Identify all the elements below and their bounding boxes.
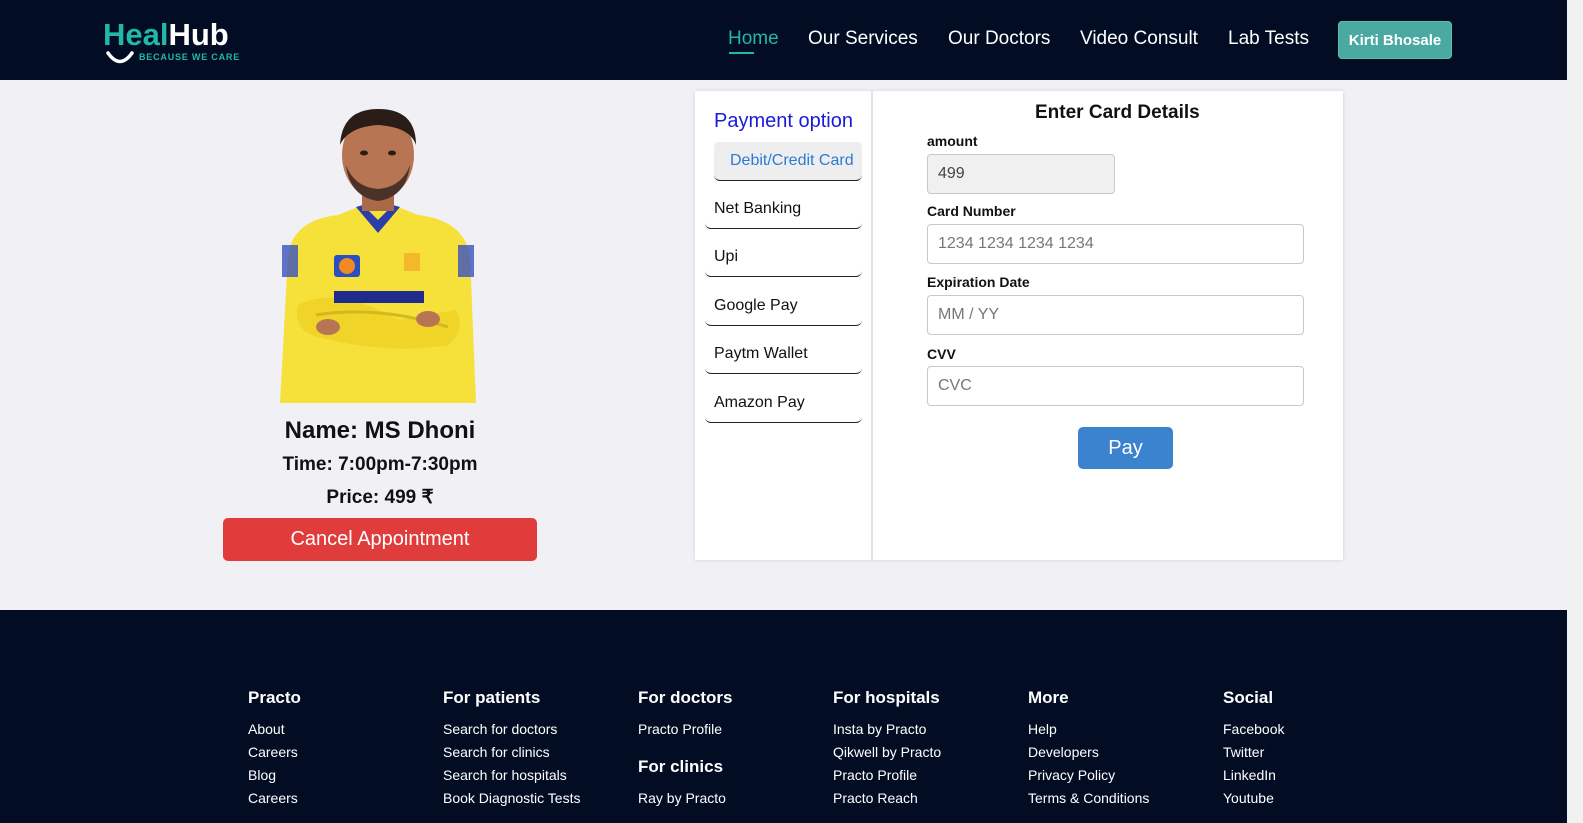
card-number-input[interactable] — [927, 224, 1304, 264]
doctor-name: Name: MS Dhoni — [284, 417, 476, 444]
logo-heal-text: Heal — [103, 17, 169, 52]
payment-option-google-pay[interactable]: Google Pay — [705, 287, 862, 326]
footer-link[interactable]: Book Diagnostic Tests — [443, 790, 580, 813]
footer-link[interactable]: Careers — [248, 790, 301, 813]
doctor-photo — [280, 109, 476, 403]
top-navbar: HealHub BECAUSE WE CARE Home Our Service… — [0, 0, 1567, 80]
page-scrollbar[interactable] — [1567, 0, 1583, 823]
footer-link-linkedin[interactable]: LinkedIn — [1223, 767, 1284, 790]
footer-link[interactable]: Help — [1028, 721, 1149, 744]
payment-option-debit-credit-card[interactable]: Debit/Credit Card — [714, 142, 862, 181]
footer-link[interactable]: Insta by Practo — [833, 721, 941, 744]
footer-heading: For doctors — [638, 688, 733, 707]
amount-input[interactable] — [927, 154, 1115, 194]
footer-link[interactable]: Qikwell by Practo — [833, 744, 941, 767]
amount-label: amount — [927, 133, 978, 149]
appointment-price: Price: 499 ₹ — [326, 487, 434, 508]
payment-option-amazon-pay[interactable]: Amazon Pay — [705, 384, 862, 423]
payment-option-upi[interactable]: Upi — [705, 238, 862, 277]
footer-link[interactable]: Practo Profile — [638, 721, 732, 744]
cvv-label: CVV — [927, 346, 956, 362]
footer-column-for-patients: For patients Search for doctors Search f… — [443, 688, 580, 813]
footer-link[interactable]: Practo Profile — [833, 767, 941, 790]
nav-our-doctors[interactable]: Our Doctors — [948, 28, 1050, 50]
payment-options-title: Payment option — [714, 110, 853, 132]
footer-link[interactable]: Terms & Conditions — [1028, 790, 1149, 813]
panel-divider — [871, 91, 873, 560]
footer-heading: For clinics — [638, 757, 724, 776]
footer-link-twitter[interactable]: Twitter — [1223, 744, 1284, 767]
footer-link[interactable]: Developers — [1028, 744, 1149, 767]
nav-home[interactable]: Home — [728, 28, 779, 50]
footer-link-youtube[interactable]: Youtube — [1223, 790, 1284, 813]
expiration-date-label: Expiration Date — [927, 274, 1030, 290]
footer-link[interactable]: Practo Reach — [833, 790, 941, 813]
payment-option-net-banking[interactable]: Net Banking — [705, 190, 862, 229]
nav-video-consult[interactable]: Video Consult — [1080, 28, 1198, 50]
footer-link[interactable]: Ray by Practo — [638, 790, 732, 813]
footer-column-more: More Help Developers Privacy Policy Term… — [1028, 688, 1149, 813]
footer-column-social: Social Facebook Twitter LinkedIn Youtube — [1223, 688, 1284, 813]
footer-heading: For hospitals — [833, 688, 940, 707]
nav-lab-tests[interactable]: Lab Tests — [1228, 28, 1309, 50]
active-nav-indicator — [729, 52, 754, 54]
site-footer: Practo About Careers Blog Careers For pa… — [0, 610, 1567, 823]
appointment-time: Time: 7:00pm-7:30pm — [282, 454, 478, 475]
footer-link[interactable]: Privacy Policy — [1028, 767, 1149, 790]
footer-link[interactable]: Search for clinics — [443, 744, 580, 767]
logo-hub-text: Hub — [168, 17, 229, 52]
smile-icon — [106, 51, 134, 64]
card-details-title: Enter Card Details — [1035, 102, 1200, 123]
payment-option-paytm-wallet[interactable]: Paytm Wallet — [705, 335, 862, 374]
expiration-date-input[interactable] — [927, 295, 1304, 335]
footer-heading: Social — [1223, 688, 1274, 707]
footer-heading: For patients — [443, 688, 541, 707]
footer-link-facebook[interactable]: Facebook — [1223, 721, 1284, 744]
footer-column-for-doctors: For doctors Practo Profile For clinics R… — [638, 688, 732, 813]
cvv-input[interactable] — [927, 366, 1304, 406]
footer-heading: More — [1028, 688, 1069, 707]
footer-link[interactable]: Blog — [248, 767, 301, 790]
logo-tagline: BECAUSE WE CARE — [139, 52, 241, 62]
footer-column-for-hospitals: For hospitals Insta by Practo Qikwell by… — [833, 688, 941, 813]
user-profile-button[interactable]: Kirti Bhosale — [1338, 21, 1452, 59]
cancel-appointment-button[interactable]: Cancel Appointment — [223, 518, 537, 561]
nav-our-services[interactable]: Our Services — [808, 28, 918, 50]
footer-link[interactable]: Search for hospitals — [443, 767, 580, 790]
heal-hub-logo[interactable]: HealHub BECAUSE WE CARE — [103, 18, 253, 68]
footer-link[interactable]: Search for doctors — [443, 721, 580, 744]
footer-link[interactable]: Careers — [248, 744, 301, 767]
card-number-label: Card Number — [927, 203, 1016, 219]
footer-column-practo: Practo About Careers Blog Careers — [248, 688, 301, 813]
pay-button[interactable]: Pay — [1078, 427, 1173, 469]
logo-wordmark: HealHub — [103, 18, 229, 52]
footer-heading: Practo — [248, 688, 301, 707]
payment-panel: Payment option Debit/Credit Card Net Ban… — [695, 91, 1343, 560]
footer-link[interactable]: About — [248, 721, 301, 744]
